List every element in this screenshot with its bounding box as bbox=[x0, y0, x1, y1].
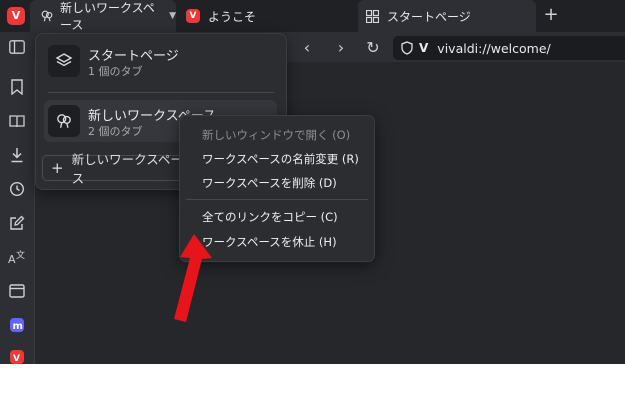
translate-icon[interactable]: A 文 bbox=[8, 248, 26, 266]
forward-button[interactable]: › bbox=[330, 36, 352, 58]
svg-text:文: 文 bbox=[16, 249, 25, 261]
workspace-item-name: スタートページ bbox=[88, 49, 179, 64]
back-button[interactable]: ‹ bbox=[296, 36, 318, 58]
new-workspace-button[interactable]: + 新しいワークスペース bbox=[42, 152, 192, 186]
workspace-switcher-tab[interactable]: 新しいワークスペース ▼ bbox=[30, 0, 176, 32]
workspace-item-count: 1 個のタブ bbox=[88, 65, 143, 78]
new-workspace-label: 新しいワークスペース bbox=[71, 152, 183, 186]
notes-icon[interactable] bbox=[8, 214, 26, 232]
shield-icon[interactable] bbox=[401, 41, 413, 55]
reading-list-icon[interactable] bbox=[8, 112, 26, 130]
svg-text:m: m bbox=[13, 321, 23, 332]
workspace-icon bbox=[48, 105, 80, 137]
address-bar[interactable]: V vivaldi://welcome/ bbox=[393, 36, 625, 60]
vivaldi-favicon-icon: V bbox=[186, 9, 200, 23]
download-icon[interactable] bbox=[8, 146, 26, 164]
menu-item-copy-all-links[interactable]: 全てのリンクをコピー (C) bbox=[202, 209, 338, 225]
workspace-item-start-page[interactable]: スタートページ 1 個のタブ bbox=[44, 40, 277, 82]
plus-icon: + bbox=[51, 159, 64, 177]
workspace-icon bbox=[41, 10, 53, 22]
window-icon[interactable] bbox=[8, 282, 26, 300]
mastodon-icon[interactable]: m bbox=[8, 316, 26, 334]
vivaldi-social-icon[interactable]: V bbox=[8, 348, 26, 364]
grid-icon bbox=[366, 9, 379, 23]
menu-item-hibernate-workspace[interactable]: ワークスペースを休止 (H) bbox=[202, 234, 337, 250]
layers-icon bbox=[48, 45, 80, 77]
tab-start-page-label: スタートページ bbox=[387, 9, 471, 24]
svg-text:V: V bbox=[13, 354, 20, 364]
workspace-tab-label: 新しいワークスペース bbox=[59, 1, 155, 32]
red-arrow-annotation bbox=[174, 234, 212, 322]
menu-separator bbox=[186, 199, 368, 200]
history-icon[interactable] bbox=[8, 180, 26, 198]
vivaldi-menu-icon[interactable]: V bbox=[7, 7, 25, 25]
site-identity-icon: V bbox=[419, 41, 429, 55]
svg-text:A: A bbox=[8, 253, 16, 265]
new-tab-button[interactable]: + bbox=[540, 4, 562, 26]
tab-welcome[interactable]: V ようこそ bbox=[180, 0, 350, 32]
workspace-item-count: 2 個のタブ bbox=[88, 125, 143, 138]
reload-button[interactable]: ↻ bbox=[362, 36, 384, 58]
divider bbox=[48, 92, 274, 93]
tab-bar: V 新しいワークスペース ▼ V ようこそ スタートページ + bbox=[0, 0, 625, 32]
tab-welcome-label: ようこそ bbox=[208, 9, 257, 24]
menu-item-rename-workspace[interactable]: ワークスペースの名前変更 (R) bbox=[202, 151, 359, 167]
bookmark-icon[interactable] bbox=[8, 78, 26, 96]
panel-toggle-icon[interactable] bbox=[8, 38, 26, 56]
address-url: vivaldi://welcome/ bbox=[437, 40, 551, 56]
chevron-down-icon: ▼ bbox=[169, 11, 176, 21]
menu-item-delete-workspace[interactable]: ワークスペースを削除 (D) bbox=[202, 175, 337, 191]
tab-start-page[interactable]: スタートページ bbox=[358, 0, 536, 32]
browser-window: V 新しいワークスペース ▼ V ようこそ スタートページ + ‹ › ↻ V … bbox=[0, 0, 625, 364]
menu-item-open-new-window[interactable]: 新しいウィンドウで開く (O) bbox=[202, 127, 350, 143]
